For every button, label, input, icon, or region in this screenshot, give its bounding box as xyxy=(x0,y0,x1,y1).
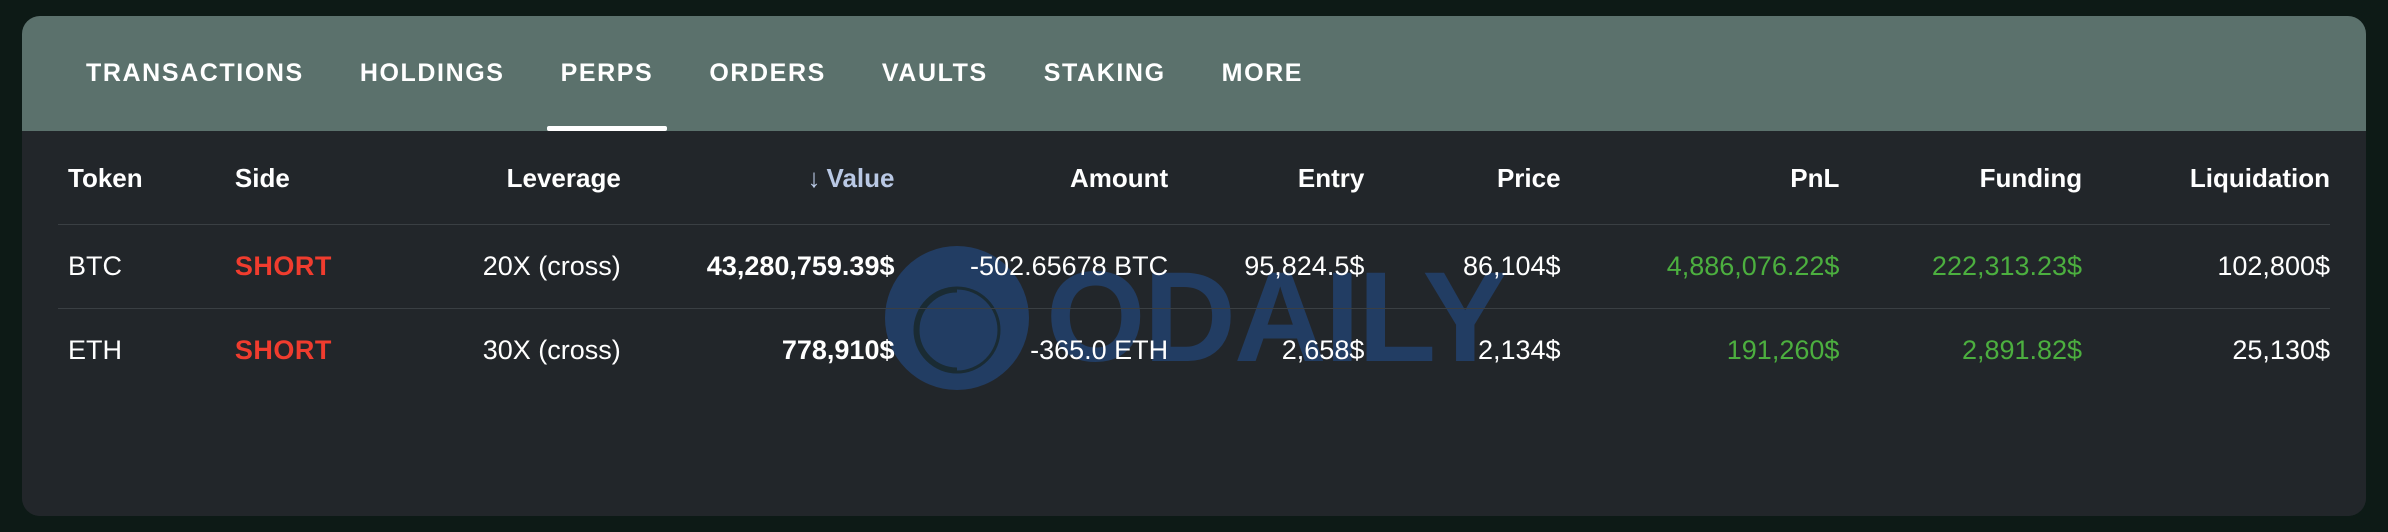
tab-label: ORDERS xyxy=(709,59,826,87)
side-badge-short: SHORT xyxy=(234,251,332,281)
cell-entry: 95,824.5$ xyxy=(1168,224,1365,309)
cell-amount: -502.65678 BTC xyxy=(894,224,1169,309)
tab-label: HOLDINGS xyxy=(359,59,505,87)
cell-liquidation: 25,130$ xyxy=(2082,308,2330,392)
header-liquidation[interactable]: Liquidation xyxy=(2082,131,2330,225)
header-leverage[interactable]: Leverage xyxy=(394,131,621,225)
app-root: TRANSACTIONS HOLDINGS PERPS ORDERS VAULT… xyxy=(0,0,2388,532)
table-row[interactable]: BTC SHORT 20X (cross) 43,280,759.39$ -50… xyxy=(58,224,2330,309)
cell-amount: -365.0 ETH xyxy=(894,308,1169,392)
header-funding[interactable]: Funding xyxy=(1839,131,2083,225)
cell-token: BTC xyxy=(58,224,213,309)
header-entry[interactable]: Entry xyxy=(1168,131,1364,225)
header-token[interactable]: Token xyxy=(58,131,213,225)
cell-leverage: 20X (cross) xyxy=(393,224,621,309)
header-pnl[interactable]: PnL xyxy=(1561,131,1839,225)
cell-pnl: 4,886,076.22$ xyxy=(1560,224,1840,309)
table-header-row: Token Side Leverage ↓ Value Amount Entry … xyxy=(58,131,2330,225)
tab-holdings[interactable]: HOLDINGS xyxy=(332,16,533,131)
tab-vaults[interactable]: VAULTS xyxy=(854,16,1016,131)
tab-perps[interactable]: PERPS xyxy=(533,16,682,131)
cell-side: SHORT xyxy=(212,308,394,392)
cell-value: 43,280,759.39$ xyxy=(620,224,895,309)
header-value-label: Value xyxy=(826,163,895,193)
tab-label: TRANSACTIONS xyxy=(86,59,304,87)
cell-funding: 222,313.23$ xyxy=(1839,224,2083,309)
cell-entry: 2,658$ xyxy=(1168,308,1365,392)
side-badge-short: SHORT xyxy=(234,335,332,365)
tab-label: STAKING xyxy=(1043,59,1166,87)
perps-card: TRANSACTIONS HOLDINGS PERPS ORDERS VAULT… xyxy=(22,16,2366,516)
table-row[interactable]: ETH SHORT 30X (cross) 778,910$ -365.0 ET… xyxy=(58,308,2330,392)
table-body: BTC SHORT 20X (cross) 43,280,759.39$ -50… xyxy=(58,224,2330,392)
tab-staking[interactable]: STAKING xyxy=(1016,16,1194,131)
cell-price: 86,104$ xyxy=(1364,224,1561,309)
cell-price: 2,134$ xyxy=(1364,308,1561,392)
cell-liquidation: 102,800$ xyxy=(2082,224,2330,309)
header-side[interactable]: Side xyxy=(213,131,394,225)
cell-token: ETH xyxy=(58,308,213,392)
perps-table-region: ODAILY Token Side Leverage ↓ Value Amount… xyxy=(22,131,2366,516)
header-amount[interactable]: Amount xyxy=(894,131,1168,225)
tab-label: MORE xyxy=(1221,59,1304,87)
header-price[interactable]: Price xyxy=(1364,131,1561,225)
header-value[interactable]: ↓ Value xyxy=(621,131,895,225)
sort-descending-icon: ↓ xyxy=(807,163,821,193)
perps-table: Token Side Leverage ↓ Value Amount Entry … xyxy=(58,131,2330,392)
tab-bar: TRANSACTIONS HOLDINGS PERPS ORDERS VAULT… xyxy=(22,16,2366,131)
tab-orders[interactable]: ORDERS xyxy=(681,16,854,131)
cell-leverage: 30X (cross) xyxy=(393,308,621,392)
tab-transactions[interactable]: TRANSACTIONS xyxy=(58,16,332,131)
cell-side: SHORT xyxy=(212,224,394,309)
table-header: Token Side Leverage ↓ Value Amount Entry … xyxy=(58,131,2330,225)
cell-value: 778,910$ xyxy=(620,308,895,392)
cell-funding: 2,891.82$ xyxy=(1839,308,2083,392)
tab-more[interactable]: MORE xyxy=(1194,16,1331,131)
cell-pnl: 191,260$ xyxy=(1560,308,1840,392)
tab-label: PERPS xyxy=(560,59,654,87)
tab-label: VAULTS xyxy=(881,59,988,87)
